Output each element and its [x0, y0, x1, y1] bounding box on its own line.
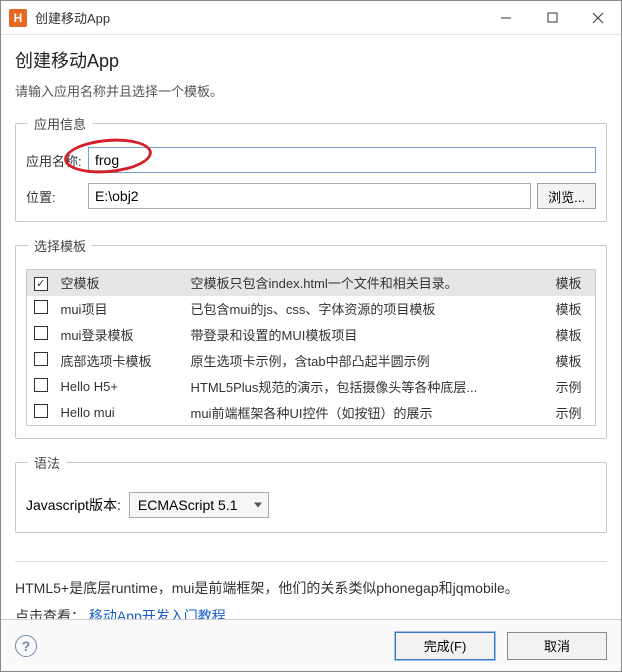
template-name: Hello H5+: [55, 374, 185, 400]
template-tag: 示例: [550, 374, 596, 400]
help-icon[interactable]: ?: [15, 635, 37, 657]
page-title: 创建移动App: [15, 47, 607, 73]
group-syntax: 语法 Javascript版本: ECMAScript 5.1: [15, 453, 607, 533]
template-checkbox[interactable]: [34, 326, 48, 340]
content-area: 创建移动App 请输入应用名称并且选择一个模板。 应用信息 应用名称: 位置: …: [1, 35, 621, 619]
group-templates-legend: 选择模板: [28, 236, 92, 255]
template-name: Hello mui: [55, 400, 185, 426]
template-row[interactable]: mui项目已包含mui的js、css、字体资源的项目模板模板: [27, 296, 596, 322]
window-title: 创建移动App: [35, 8, 483, 27]
template-name: mui登录模板: [55, 322, 185, 348]
footer: ? 完成(F) 取消: [1, 619, 621, 671]
template-tag: 模板: [550, 322, 596, 348]
templates-table: ✓空模板空模板只包含index.html一个文件和相关目录。模板mui项目已包含…: [26, 269, 596, 426]
template-tag: 模板: [550, 296, 596, 322]
template-row[interactable]: ✓ 空模板空模板只包含index.html一个文件和相关目录。模板: [27, 270, 596, 296]
group-templates: 选择模板 ✓空模板空模板只包含index.html一个文件和相关目录。模板mui…: [15, 236, 607, 439]
divider: [15, 561, 607, 562]
location-label: 位置:: [26, 187, 88, 206]
template-name: 底部选项卡模板: [55, 348, 185, 374]
template-desc: 原生选项卡示例，含tab中部凸起半圆示例: [185, 348, 550, 374]
template-desc: 空模板只包含index.html一个文件和相关目录。: [185, 270, 550, 296]
js-version-value: ECMAScript 5.1: [138, 497, 238, 513]
template-checkbox[interactable]: [34, 378, 48, 392]
template-desc: 带登录和设置的MUI模板项目: [185, 322, 550, 348]
app-icon: H: [9, 9, 27, 27]
browse-button[interactable]: 浏览...: [537, 183, 596, 209]
js-version-label: Javascript版本:: [26, 495, 121, 515]
titlebar: H 创建移动App: [1, 1, 621, 35]
template-desc: HTML5Plus规范的演示，包括摄像头等各种底层...: [185, 374, 550, 400]
dialog-window: H 创建移动App 创建移动App 请输入应用名称并且选择一个模板。 应用信息 …: [0, 0, 622, 672]
template-checkbox[interactable]: [34, 352, 48, 366]
template-tag: 示例: [550, 400, 596, 426]
close-button[interactable]: [575, 2, 621, 34]
app-name-input[interactable]: [88, 147, 596, 173]
template-checkbox[interactable]: [34, 404, 48, 418]
template-row[interactable]: mui登录模板带登录和设置的MUI模板项目模板: [27, 322, 596, 348]
template-name: mui项目: [55, 296, 185, 322]
template-tag: 模板: [550, 270, 596, 296]
location-input[interactable]: [88, 183, 531, 209]
group-app-info-legend: 应用信息: [28, 114, 92, 133]
group-syntax-legend: 语法: [28, 453, 66, 472]
template-desc: mui前端框架各种UI控件（如按钮）的展示: [185, 400, 550, 426]
info-line-2-prefix: 点击查看：: [15, 608, 85, 619]
template-desc: 已包含mui的js、css、字体资源的项目模板: [185, 296, 550, 322]
minimize-button[interactable]: [483, 2, 529, 34]
template-row[interactable]: Hello muimui前端框架各种UI控件（如按钮）的展示示例: [27, 400, 596, 426]
maximize-button[interactable]: [529, 2, 575, 34]
template-tag: 模板: [550, 348, 596, 374]
app-name-label: 应用名称:: [26, 151, 88, 170]
template-checkbox[interactable]: [34, 300, 48, 314]
template-name: 空模板: [55, 270, 185, 296]
cancel-button[interactable]: 取消: [507, 632, 607, 660]
finish-button[interactable]: 完成(F): [395, 632, 495, 660]
template-row[interactable]: Hello H5+HTML5Plus规范的演示，包括摄像头等各种底层...示例: [27, 374, 596, 400]
tutorial-link[interactable]: 移动App开发入门教程: [89, 608, 226, 619]
template-checkbox[interactable]: ✓: [34, 277, 48, 291]
page-subtitle: 请输入应用名称并且选择一个模板。: [15, 81, 607, 100]
info-block: HTML5+是底层runtime，mui是前端框架，他们的关系类似phonega…: [15, 574, 607, 619]
window-controls: [483, 2, 621, 34]
template-row[interactable]: 底部选项卡模板原生选项卡示例，含tab中部凸起半圆示例模板: [27, 348, 596, 374]
group-app-info: 应用信息 应用名称: 位置: 浏览...: [15, 114, 607, 222]
info-line-1: HTML5+是底层runtime，mui是前端框架，他们的关系类似phonega…: [15, 574, 607, 602]
js-version-select[interactable]: ECMAScript 5.1: [129, 492, 269, 518]
